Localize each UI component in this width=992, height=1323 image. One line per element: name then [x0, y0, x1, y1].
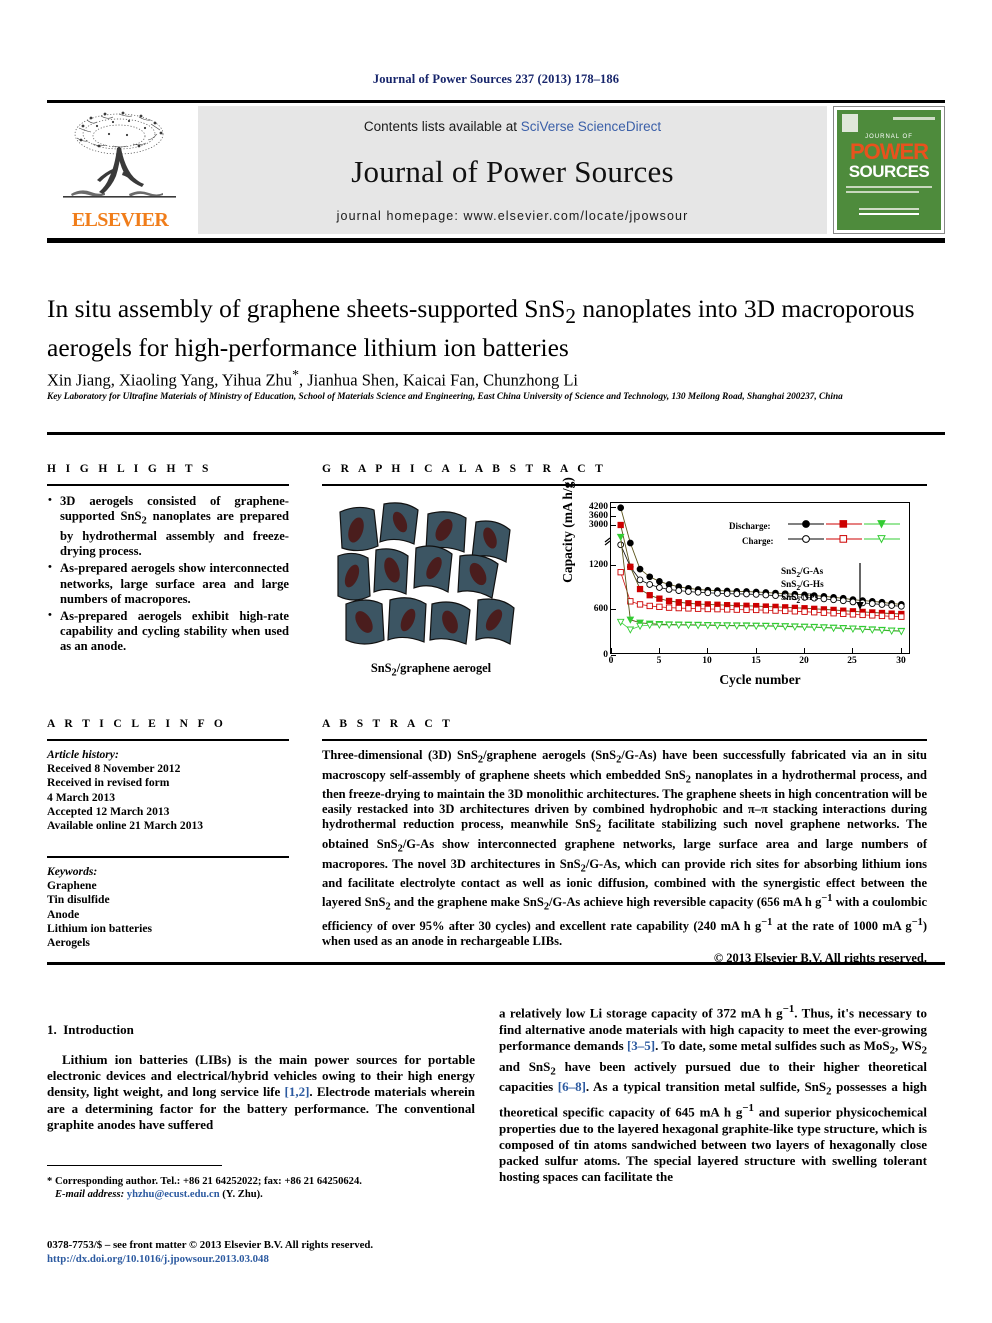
- abstract-rule: [322, 739, 927, 741]
- chart-xtick: 10: [702, 656, 712, 666]
- chart-legend-discharge-label: Discharge:: [729, 521, 771, 531]
- introduction-paragraph-left: Lithium ion batteries (LIBs) is the main…: [47, 1052, 476, 1132]
- keywords-label: Keywords:: [47, 865, 98, 878]
- highlight-item: 3D aerogels consisted of graphene-suppor…: [47, 493, 289, 559]
- highlights-heading: H I G H L I G H T S: [47, 463, 212, 475]
- keyword: Graphene: [47, 879, 97, 893]
- banner-rule-bottom: [47, 238, 945, 243]
- chart-series-label-nps: SnS2 NPs: [781, 592, 819, 605]
- chart-ytick: 0: [603, 650, 608, 660]
- citation-link[interactable]: [1,2]: [285, 1084, 310, 1099]
- citation-link[interactable]: [6–8]: [558, 1079, 586, 1094]
- paper-page: Journal of Power Sources 237 (2013) 178–…: [0, 0, 992, 1323]
- chart-series-label-hs: SnS2/G-Hs: [781, 579, 824, 592]
- cover-blurb: [846, 186, 932, 196]
- footnote-block: * Corresponding author. Tel.: +86 21 642…: [47, 1175, 475, 1201]
- elsevier-tree-icon: [63, 111, 176, 198]
- chart-ytick: 3600: [589, 511, 608, 521]
- highlight-item: As-prepared aerogels exhibit high-rate c…: [47, 608, 289, 655]
- email-link[interactable]: yhzhu@ecust.edu.cn: [127, 1189, 220, 1200]
- history-line: Available online 21 March 2013: [47, 819, 204, 833]
- graphical-abstract-rule: [322, 484, 927, 486]
- history-line: 4 March 2013: [47, 790, 116, 804]
- chart-xtick: 30: [896, 656, 906, 666]
- footnote-rule: [47, 1165, 222, 1166]
- author-list: Xin Jiang, Xiaoling Yang, Yihua Zhu*, Ji…: [47, 367, 579, 390]
- chart-xtick: 20: [799, 656, 809, 666]
- contents-prefix: Contents lists available at: [363, 119, 521, 134]
- elsevier-wordmark: ELSEVIER: [71, 209, 169, 231]
- contents-available-line: Contents lists available at SciVerse Sci…: [198, 119, 827, 134]
- sciencedirect-banner: ELSEVIER Contents lists available at Sci…: [47, 100, 945, 243]
- page-title: In situ assembly of graphene sheets-supp…: [47, 294, 915, 363]
- highlight-item: As-prepared aerogels show interconnected…: [47, 560, 289, 607]
- journal-title: Journal of Power Sources: [351, 153, 674, 189]
- keywords-block: Keywords: Graphene Tin disulfide Anode L…: [47, 865, 289, 950]
- running-head: Journal of Power Sources 237 (2013) 178–…: [372, 72, 620, 86]
- graphical-abstract-caption: SnS2/graphene aerogel: [370, 661, 492, 679]
- chart-ytick: 1200: [589, 560, 608, 570]
- cover-footer-marks: [859, 208, 919, 218]
- keyword: Aerogels: [47, 936, 90, 950]
- aerogel-illustration: [337, 502, 515, 645]
- journal-cover-thumbnail: JOURNAL OF POWER SOURCES: [833, 106, 945, 234]
- banner-rule-top: [47, 100, 945, 103]
- graphical-abstract-heading: G R A P H I C A L A B S T R A C T: [322, 463, 607, 475]
- keyword: Anode: [47, 907, 80, 921]
- chart-xtick: 15: [751, 656, 761, 666]
- keyword: Tin disulfide: [47, 893, 110, 907]
- keyword: Lithium ion batteries: [47, 921, 152, 935]
- history-line: Received in revised form: [47, 776, 170, 790]
- history-line: Received 8 November 2012: [47, 762, 181, 776]
- article-info-rule: [47, 739, 289, 741]
- affiliation-rule: [47, 432, 945, 435]
- chart-series-down-arrow-icon: [856, 563, 864, 610]
- abstract-heading: A B S T R A C T: [322, 718, 454, 730]
- article-info-heading: A R T I C L E I N F O: [47, 718, 227, 730]
- chart-plot-area: 0 600 1200 3000 3600 4200 0 5 10 15 20 2…: [589, 502, 910, 666]
- chart-legend-charge-label: Charge:: [742, 536, 774, 546]
- cover-line3: SOURCES: [848, 162, 930, 181]
- highlights-rule: [47, 484, 289, 486]
- chart-ytick: 4200: [589, 502, 608, 512]
- chart-ytick: 3000: [589, 520, 608, 530]
- citation-link[interactable]: [3–5]: [627, 1038, 655, 1053]
- cover-elsevier-icon: [842, 114, 858, 132]
- section-title-text: Introduction: [63, 1022, 134, 1037]
- graphical-abstract-figure: SnS2/graphene aerogel Capacity (mA h/g) …: [322, 477, 927, 690]
- cover-top-rule: [893, 117, 935, 120]
- chart-y-axis-label: Capacity (mA h/g): [560, 477, 575, 583]
- introduction-paragraph-right: a relatively low Li storage capacity of …: [499, 1003, 928, 1185]
- chart-xtick: 25: [847, 656, 857, 666]
- banner-center: Contents lists available at SciVerse Sci…: [198, 106, 827, 234]
- issn-front-matter: 0378-7753/$ – see front matter © 2013 El…: [47, 1239, 374, 1251]
- section-divider-rule: [47, 962, 945, 965]
- chart-x-axis-label: Cycle number: [719, 672, 801, 687]
- elsevier-logo: ELSEVIER: [47, 106, 192, 234]
- chart-series-label-as: SnS2/G-As: [781, 566, 824, 579]
- corresponding-author-note: * Corresponding author. Tel.: +86 21 642…: [47, 1176, 362, 1187]
- journal-homepage-link[interactable]: journal homepage: www.elsevier.com/locat…: [198, 209, 827, 223]
- introduction-heading: 1. Introduction: [47, 1022, 134, 1038]
- chart-legend-markers: [788, 520, 900, 544]
- abstract-text: Three-dimensional (3D) SnS2/graphene aer…: [322, 748, 928, 949]
- cover-line2: POWER: [849, 139, 929, 164]
- chart-ytick: 600: [593, 604, 608, 614]
- imprint-block: 0378-7753/$ – see front matter © 2013 El…: [47, 1238, 517, 1266]
- email-label: E-mail address:: [54, 1189, 125, 1200]
- article-history: Article history: Received 8 November 201…: [47, 748, 289, 833]
- affiliation: Key Laboratory for Ultrafine Materials o…: [47, 392, 843, 402]
- doi-link[interactable]: http://dx.doi.org/10.1016/j.jpowsour.201…: [47, 1253, 269, 1265]
- article-history-label: Article history:: [47, 748, 119, 761]
- abstract-body: Three-dimensional (3D) SnS2/graphene aer…: [322, 748, 927, 966]
- highlights-list: 3D aerogels consisted of graphene-suppor…: [47, 493, 289, 657]
- sciencedirect-link[interactable]: SciVerse ScienceDirect: [521, 119, 661, 134]
- keywords-rule: [47, 856, 289, 858]
- chart-xtick: 5: [656, 656, 662, 666]
- capacity-vs-cycle-chart: Capacity (mA h/g) Cycle number 0 600 120…: [550, 477, 925, 690]
- email-suffix: (Y. Zhu).: [222, 1189, 263, 1200]
- history-line: Accepted 12 March 2013: [47, 804, 170, 818]
- chart-xtick: 0: [608, 656, 614, 666]
- section-number: 1.: [47, 1022, 57, 1037]
